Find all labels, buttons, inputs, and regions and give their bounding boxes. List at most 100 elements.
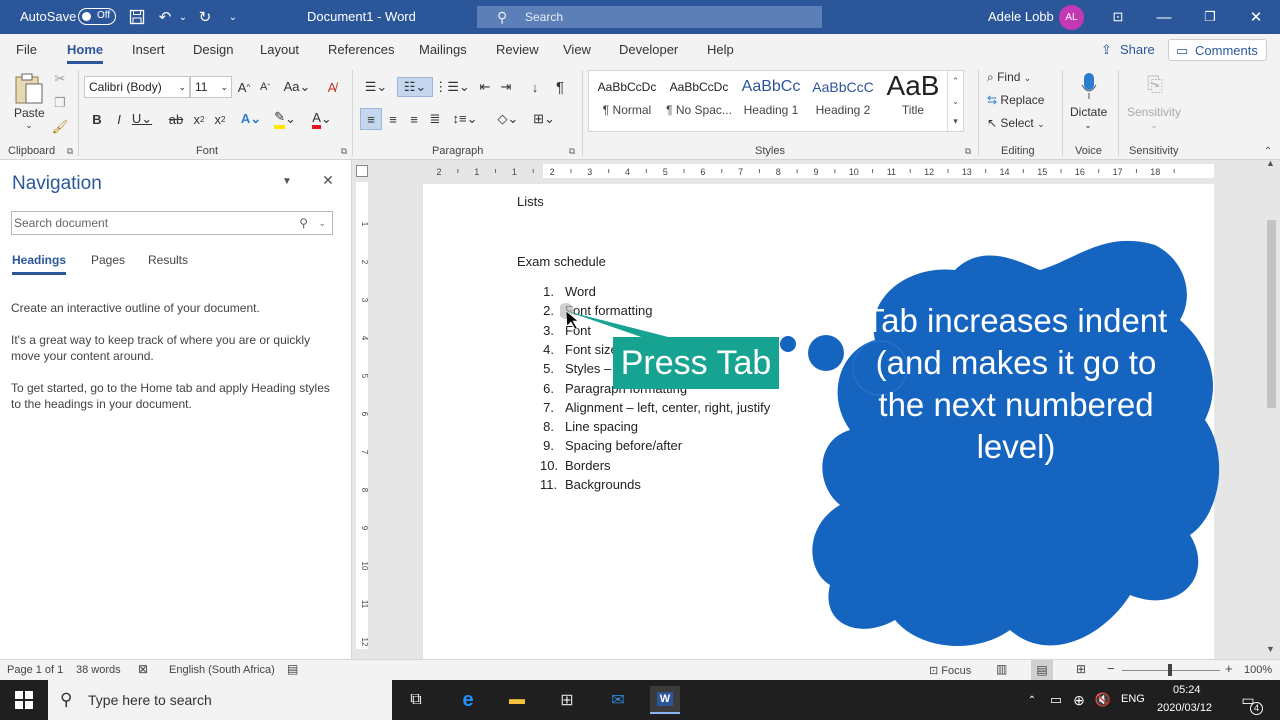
tab-mailings[interactable]: Mailings — [419, 42, 467, 57]
list-item[interactable]: Borders — [565, 458, 611, 473]
tab-review[interactable]: Review — [496, 42, 539, 57]
nav-tab-results[interactable]: Results — [148, 253, 188, 267]
zoom-slider-thumb[interactable] — [1168, 664, 1172, 676]
shrink-font-icon[interactable]: Aˇ — [257, 78, 273, 96]
tab-developer[interactable]: Developer — [619, 42, 678, 57]
font-size-select[interactable]: 11 ⌄ — [190, 76, 232, 98]
select-button[interactable]: ↖ Select ⌄ — [987, 116, 1045, 130]
undo-dropdown-icon[interactable]: ⌄ — [172, 6, 194, 28]
scroll-thumb[interactable] — [1267, 220, 1276, 408]
numbering-icon[interactable]: ☷⌄ — [397, 77, 433, 97]
document-heading[interactable]: Lists — [517, 194, 544, 209]
language[interactable]: English (South Africa) — [169, 664, 275, 676]
tab-file[interactable]: File — [16, 42, 37, 57]
ribbon-display-options-icon[interactable]: ⊡ — [1107, 6, 1129, 28]
font-launcher-icon[interactable]: ⧉ — [338, 146, 350, 157]
list-item[interactable]: Line spacing — [565, 419, 638, 434]
save-icon[interactable] — [126, 6, 148, 28]
paste-icon[interactable] — [12, 70, 46, 106]
bullets-icon[interactable]: ☰⌄ — [360, 78, 392, 96]
share-button[interactable]: ⇪ Share — [1094, 39, 1163, 61]
find-button[interactable]: ⌕ Find ⌄ — [987, 70, 1031, 85]
text-effects-icon[interactable]: A⌄ — [238, 110, 264, 128]
close-icon[interactable]: ✕ — [1245, 6, 1267, 28]
zoom-in-icon[interactable]: + — [1225, 661, 1233, 676]
paste-dropdown-icon[interactable]: ⌄ — [24, 120, 34, 131]
cut-icon[interactable]: ✂ — [52, 70, 68, 88]
pane-options-icon[interactable]: ▼ — [280, 174, 294, 188]
tab-help[interactable]: Help — [707, 42, 734, 57]
subscript-icon[interactable]: x2 — [191, 110, 207, 128]
autosave-toggle[interactable]: Off — [78, 8, 116, 25]
clock-date[interactable]: 2020/03/12 — [1157, 702, 1212, 714]
font-name-select[interactable]: Calibri (Body) ⌄ — [84, 76, 190, 98]
taskbar-search[interactable]: ⚲ Type here to search — [48, 680, 392, 720]
vertical-scrollbar[interactable]: ▲ ▼ — [1262, 158, 1280, 659]
justify-icon[interactable]: ≣ — [426, 110, 444, 128]
customize-toolbar-icon[interactable]: ⌄ — [222, 6, 244, 28]
italic-icon[interactable]: I — [112, 110, 126, 128]
start-icon[interactable] — [12, 688, 36, 712]
word-count[interactable]: 38 words — [76, 664, 121, 676]
file-explorer-icon[interactable]: ▬ — [505, 688, 529, 712]
clock-time[interactable]: 05:24 — [1173, 684, 1201, 696]
focus-mode[interactable]: ⊡ Focus — [929, 664, 971, 677]
style-normal[interactable]: AaBbCcDc ¶ Normal — [591, 73, 663, 129]
align-left-icon[interactable]: ≡ — [360, 108, 382, 130]
search-options-icon[interactable]: ⌄ — [318, 212, 326, 234]
network-icon[interactable]: ⊕ — [1067, 688, 1091, 712]
print-layout-icon[interactable]: ▤ — [1031, 660, 1053, 680]
bold-icon[interactable]: B — [90, 110, 104, 128]
mail-icon[interactable]: ✉ — [606, 688, 630, 712]
tab-layout[interactable]: Layout — [260, 42, 299, 57]
format-painter-icon[interactable]: 🖌 — [52, 118, 69, 136]
sort-icon[interactable]: ↓ — [526, 78, 544, 96]
word-taskbar-icon[interactable]: W — [650, 686, 680, 714]
close-pane-icon[interactable]: ✕ — [320, 172, 336, 188]
change-case-icon[interactable]: Aa⌄ — [284, 78, 311, 96]
align-right-icon[interactable]: ≡ — [405, 110, 423, 128]
style-title[interactable]: AaB Title — [877, 73, 949, 129]
clipboard-launcher-icon[interactable]: ⧉ — [64, 146, 76, 157]
copy-icon[interactable]: ❐ — [52, 94, 68, 112]
paste-label[interactable]: Paste — [14, 106, 45, 120]
page-count[interactable]: Page 1 of 1 — [7, 664, 63, 676]
align-center-icon[interactable]: ≡ — [384, 110, 402, 128]
tab-selector[interactable] — [356, 165, 368, 177]
avatar[interactable]: AL — [1059, 5, 1084, 30]
styles-scroll[interactable]: ⌃ ⌄ ▾ — [947, 71, 963, 131]
volume-icon[interactable]: 🔇 — [1091, 688, 1115, 712]
list-item[interactable]: Spacing before/after — [565, 438, 682, 453]
edge-icon[interactable]: e — [456, 688, 480, 712]
tab-view[interactable]: View — [563, 42, 591, 57]
comments-button[interactable]: ▭ Comments — [1168, 39, 1267, 61]
multilevel-list-icon[interactable]: ⋮☰⌄ — [434, 78, 470, 96]
list-item[interactable]: Word — [565, 284, 596, 299]
zoom-out-icon[interactable]: − — [1107, 661, 1115, 676]
restore-icon[interactable]: ❐ — [1199, 6, 1221, 28]
decrease-indent-icon[interactable]: ⇤ — [476, 78, 494, 96]
line-spacing-icon[interactable]: ↕≡⌄ — [452, 110, 478, 128]
user-name[interactable]: Adele Lobb — [988, 9, 1054, 24]
read-mode-icon[interactable]: ▥ — [996, 662, 1007, 676]
replace-button[interactable]: ⇆ Replace — [987, 93, 1044, 107]
highlight-icon[interactable]: ✎ ⌄ — [272, 109, 298, 129]
search-box[interactable]: ⚲ Search — [477, 6, 822, 28]
shading-icon[interactable]: ◇⌄ — [494, 110, 522, 128]
clear-formatting-icon[interactable]: A̸ — [322, 78, 342, 96]
style-heading-2[interactable]: AaBbCcC Heading 2 — [807, 73, 879, 129]
nav-tab-pages[interactable]: Pages — [91, 253, 125, 267]
list-item[interactable]: Backgrounds — [565, 477, 641, 492]
nav-tab-headings[interactable]: Headings — [12, 253, 67, 275]
list-item[interactable]: Alignment – left, center, right, justify — [565, 400, 770, 415]
paragraph-launcher-icon[interactable]: ⧉ — [566, 146, 578, 157]
dictate-dropdown-icon[interactable]: ⌄ — [1082, 120, 1094, 131]
zoom-level[interactable]: 100% — [1244, 664, 1272, 676]
web-layout-icon[interactable]: ⊞ — [1076, 662, 1086, 676]
style-no-spacing[interactable]: AaBbCcDc ¶ No Spac... — [663, 73, 735, 129]
scroll-up-icon[interactable]: ▲ — [1266, 158, 1275, 168]
superscript-icon[interactable]: x2 — [212, 110, 228, 128]
grow-font-icon[interactable]: A ^ — [236, 78, 252, 96]
tab-design[interactable]: Design — [193, 42, 233, 57]
redo-icon[interactable]: ↻ — [194, 6, 216, 28]
